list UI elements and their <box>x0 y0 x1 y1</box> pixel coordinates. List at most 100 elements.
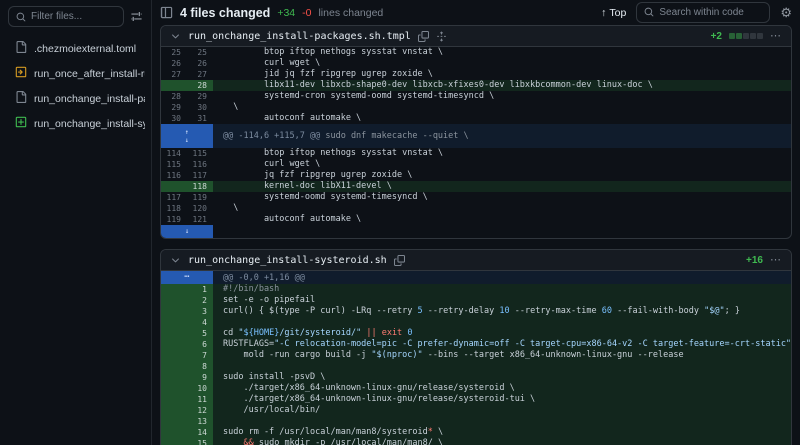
new-line-number[interactable]: 14 <box>187 427 213 438</box>
old-line-number[interactable] <box>161 339 187 350</box>
new-line-number[interactable]: 13 <box>187 416 213 427</box>
new-line-number[interactable]: 29 <box>187 91 213 102</box>
diff-file-header[interactable]: run_onchange_install-systeroid.sh+16⋯ <box>161 250 791 271</box>
old-line-number[interactable] <box>161 372 187 383</box>
new-line-number[interactable]: 8 <box>187 361 213 372</box>
old-line-number[interactable]: 114 <box>161 148 187 159</box>
gear-icon[interactable]: ⚙ <box>780 6 792 19</box>
old-line-number[interactable]: 29 <box>161 102 187 113</box>
new-line-number[interactable]: 9 <box>187 372 213 383</box>
back-to-top-link[interactable]: ↑ Top <box>601 7 626 19</box>
copy-path-icon[interactable] <box>394 255 405 266</box>
new-line-number[interactable]: 5 <box>187 328 213 339</box>
expand-hunk-button[interactable]: ↑↓ <box>161 124 213 148</box>
kebab-menu-icon[interactable]: ⋯ <box>770 255 782 266</box>
code-line: jid jq fzf ripgrep ugrep zoxide \ <box>213 69 433 80</box>
new-line-number[interactable]: 15 <box>187 438 213 445</box>
kebab-menu-icon[interactable]: ⋯ <box>770 31 782 42</box>
new-line-number[interactable]: 3 <box>187 306 213 317</box>
file-icon <box>15 91 27 106</box>
new-line-number[interactable]: 116 <box>187 159 213 170</box>
old-line-number[interactable] <box>161 306 187 317</box>
code-line: \ <box>213 102 238 113</box>
old-line-number[interactable] <box>161 284 187 295</box>
old-line-number[interactable] <box>161 181 187 192</box>
code-search-box[interactable] <box>636 2 770 23</box>
old-line-number[interactable]: 27 <box>161 69 187 80</box>
new-line-number[interactable]: 2 <box>187 295 213 306</box>
diff-row-context: 118120 \ <box>161 203 791 214</box>
filter-files-input[interactable] <box>31 11 116 22</box>
old-line-number[interactable]: 25 <box>161 47 187 58</box>
file-tree-item[interactable]: run_onchange_install-pack... <box>0 86 151 111</box>
new-line-number[interactable]: 25 <box>187 47 213 58</box>
new-line-number[interactable]: 120 <box>187 203 213 214</box>
old-line-number[interactable] <box>161 427 187 438</box>
diff-row-added: 11 ./target/x86_64-unknown-linux-gnu/rel… <box>161 394 791 405</box>
code-line: sudo install -psvD \ <box>213 372 325 383</box>
copy-path-icon[interactable] <box>418 31 429 42</box>
file-tree-item-label: run_onchange_install-pack... <box>34 93 145 105</box>
old-line-number[interactable] <box>161 416 187 427</box>
diff-file-name[interactable]: run_onchange_install-packages.sh.tmpl <box>188 31 411 42</box>
old-line-number[interactable]: 26 <box>161 58 187 69</box>
hunk-header-text: @@ -114,6 +115,7 @@ sudo dnf makecache -… <box>213 124 469 148</box>
old-line-number[interactable] <box>161 438 187 445</box>
diff-file-header[interactable]: run_onchange_install-packages.sh.tmpl+2⋯ <box>161 26 791 47</box>
old-line-number[interactable]: 118 <box>161 203 187 214</box>
new-line-number[interactable]: 6 <box>187 339 213 350</box>
old-line-number[interactable] <box>161 394 187 405</box>
new-line-number[interactable]: 1 <box>187 284 213 295</box>
file-tree-options-button[interactable] <box>130 10 143 23</box>
toggle-file-tree-icon[interactable] <box>160 6 173 19</box>
new-line-number[interactable]: 30 <box>187 102 213 113</box>
diff-row-added: 2set -e -o pipefail <box>161 295 791 306</box>
new-line-number[interactable]: 117 <box>187 170 213 181</box>
new-line-number[interactable]: 121 <box>187 214 213 225</box>
code-line: sudo rm -f /usr/local/man/man8/systeroid… <box>213 427 443 438</box>
new-line-number[interactable]: 10 <box>187 383 213 394</box>
old-line-number[interactable] <box>161 328 187 339</box>
expand-down-button[interactable]: ↓ <box>161 225 213 238</box>
new-line-number[interactable]: 118 <box>187 181 213 192</box>
old-line-number[interactable] <box>161 383 187 394</box>
old-line-number[interactable] <box>161 80 187 91</box>
old-line-number[interactable] <box>161 350 187 361</box>
old-line-number[interactable] <box>161 317 187 328</box>
old-line-number[interactable] <box>161 295 187 306</box>
new-line-number[interactable]: 115 <box>187 148 213 159</box>
new-line-number[interactable]: 28 <box>187 80 213 91</box>
new-line-number[interactable]: 7 <box>187 350 213 361</box>
old-line-number[interactable]: 116 <box>161 170 187 181</box>
file-tree-item[interactable]: .chezmoiexternal.toml <box>0 36 151 61</box>
old-line-number[interactable] <box>161 405 187 416</box>
file-tree-item[interactable]: run_once_after_install-rust... <box>0 61 151 86</box>
old-line-number[interactable]: 28 <box>161 91 187 102</box>
old-line-number[interactable]: 30 <box>161 113 187 124</box>
old-line-number[interactable]: 117 <box>161 192 187 203</box>
diff-row-added: 15 && sudo mkdir -p /usr/local/man/man8/… <box>161 438 791 445</box>
expand-all-icon[interactable] <box>436 31 447 42</box>
old-line-number[interactable]: 115 <box>161 159 187 170</box>
new-line-number[interactable]: 11 <box>187 394 213 405</box>
diff-file-name[interactable]: run_onchange_install-systeroid.sh <box>188 255 387 266</box>
new-line-number[interactable]: 119 <box>187 192 213 203</box>
old-line-number[interactable] <box>161 361 187 372</box>
file-filter-row <box>0 6 151 27</box>
new-line-number[interactable]: 4 <box>187 317 213 328</box>
new-line-number[interactable]: 12 <box>187 405 213 416</box>
chevron-down-icon[interactable] <box>170 255 181 266</box>
old-line-number[interactable]: 119 <box>161 214 187 225</box>
new-line-number[interactable]: 27 <box>187 69 213 80</box>
expand-down-row: ↓ <box>161 225 791 238</box>
expand-dots-button[interactable]: ⋯ <box>161 271 213 284</box>
search-icon <box>644 4 654 22</box>
file-tree-item[interactable]: run_onchange_install-syste... <box>0 111 151 136</box>
new-line-number[interactable]: 26 <box>187 58 213 69</box>
code-line: btop iftop nethogs sysstat vnstat \ <box>213 47 443 58</box>
search-within-code-input[interactable] <box>659 7 762 18</box>
new-line-number[interactable]: 31 <box>187 113 213 124</box>
chevron-down-icon[interactable] <box>170 31 181 42</box>
file-filter-box[interactable] <box>8 6 124 27</box>
code-line: mold -run cargo build -j "$(nproc)" --bi… <box>213 350 684 361</box>
